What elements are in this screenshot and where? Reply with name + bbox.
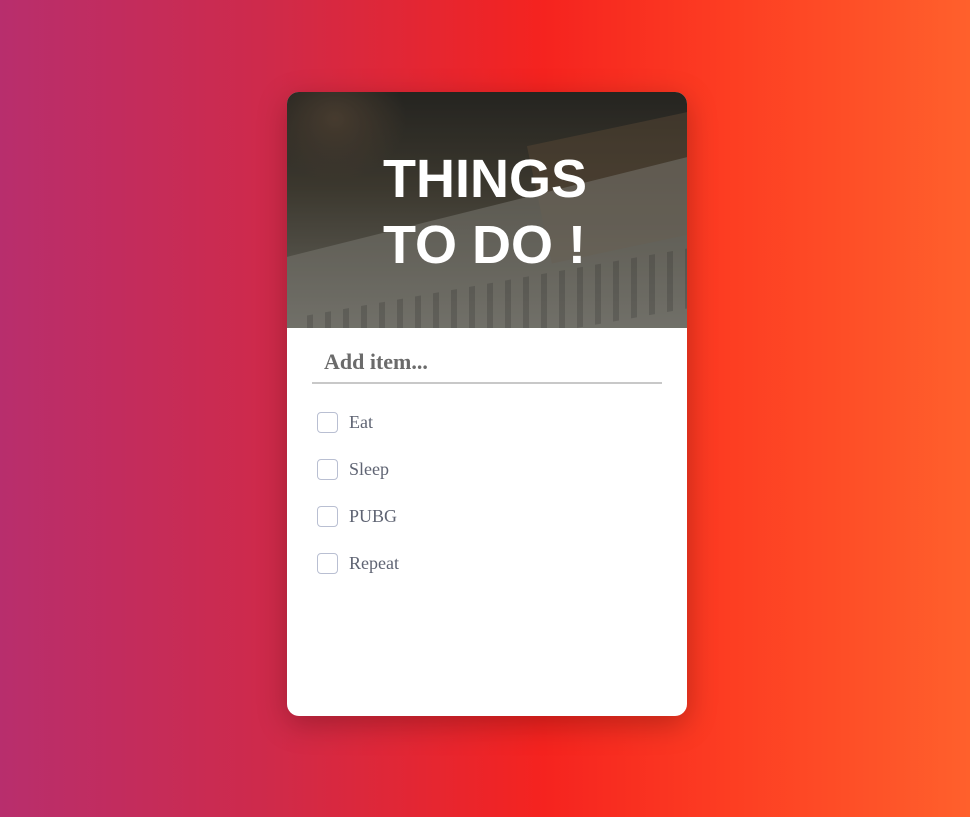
todo-checkbox[interactable] [317,458,338,480]
list-item[interactable]: PUBG [317,504,399,528]
todo-checkbox[interactable] [317,411,338,433]
list-item[interactable]: Eat [317,410,399,434]
todo-card: THINGS TO DO ! Eat Sleep PUBG Repeat [287,92,687,716]
todo-label: Eat [349,411,373,432]
add-item-input[interactable] [312,342,662,384]
todo-list: Eat Sleep PUBG Repeat [317,410,399,598]
header-image: THINGS TO DO ! [287,92,687,328]
todo-label: Repeat [349,552,399,573]
todo-label: PUBG [349,505,398,526]
todo-checkbox[interactable] [317,552,338,574]
todo-label: Sleep [349,458,389,479]
list-item[interactable]: Repeat [317,551,399,575]
page-title: THINGS TO DO ! [383,149,588,275]
todo-checkbox[interactable] [317,505,338,527]
list-item[interactable]: Sleep [317,457,399,481]
